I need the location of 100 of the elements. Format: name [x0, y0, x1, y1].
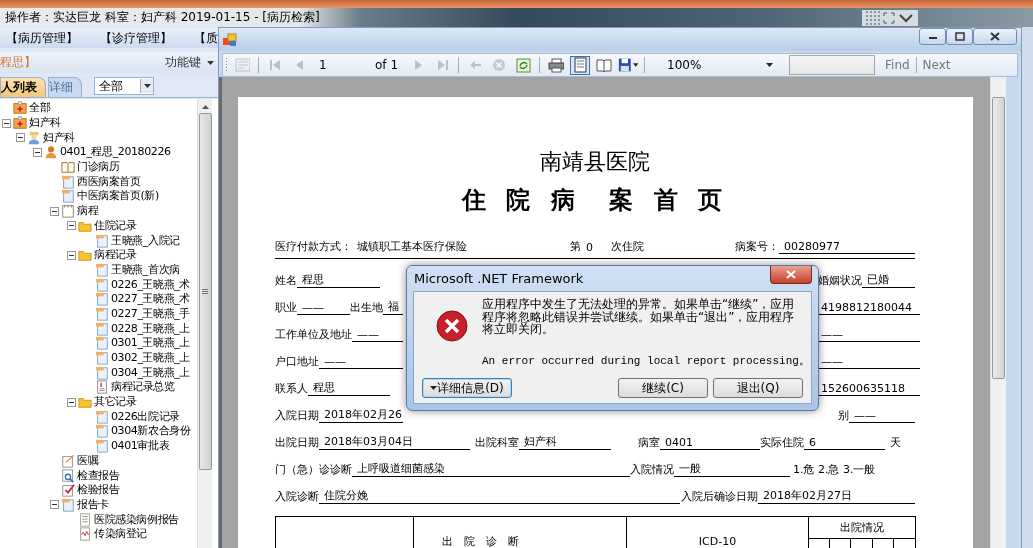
tree-item[interactable]: 0227_王晓燕_手 [111, 306, 190, 321]
document-icon [95, 321, 109, 336]
refresh-icon[interactable] [515, 57, 531, 73]
tree-item[interactable]: 0304_王晓燕_上 [111, 365, 190, 380]
collapse-icon[interactable] [50, 500, 59, 510]
caret-icon [143, 84, 151, 88]
close-icon [786, 270, 796, 279]
book-icon [61, 160, 75, 175]
printer-icon[interactable] [548, 57, 564, 73]
filter-combo[interactable]: 全部 [94, 77, 154, 95]
calendar-icon [61, 204, 75, 219]
caret-icon [207, 60, 214, 65]
collapse-icon[interactable] [67, 221, 76, 231]
tree-item[interactable]: 病程 [77, 204, 99, 219]
tree-item[interactable]: 0304新农合身份 [111, 424, 191, 439]
tree-item[interactable]: 王晓燕_入院记 [111, 233, 180, 248]
field-value: 0401 [660, 435, 760, 450]
details-button[interactable]: 详细信息(D) [422, 378, 512, 398]
field-label: 婚姻状况 [818, 272, 862, 288]
tree-item[interactable]: 医院感染病例报告 [94, 512, 179, 527]
collapse-icon[interactable] [67, 250, 76, 260]
up-arrow-icon[interactable] [201, 105, 209, 109]
field-value: —— [849, 408, 915, 423]
tree-item[interactable]: 传染病登记 [94, 527, 147, 542]
tree-item[interactable]: 全部 [29, 101, 51, 116]
field-label: 入院情况 [630, 461, 674, 477]
tree-item[interactable]: 0401_程思_20180226 [60, 145, 171, 160]
field-label: 次住院 [611, 239, 644, 254]
person-icon [44, 145, 58, 160]
field-label: 天 [890, 434, 901, 450]
document-icon [95, 439, 109, 454]
field-value: 6 [804, 435, 885, 450]
field-label: 入院后确诊日期 [681, 488, 758, 504]
collapse-icon[interactable] [67, 397, 76, 407]
field-value: 一般 [674, 460, 790, 477]
tree-item[interactable]: 0301_王晓燕_上 [111, 336, 190, 351]
tree-item[interactable]: 妇产科 [29, 116, 61, 131]
open-book-icon[interactable] [596, 57, 612, 73]
field-value: 城镇职工基本医疗保险 [356, 239, 468, 254]
collapse-icon[interactable] [16, 133, 25, 143]
vertical-scrollbar[interactable] [197, 99, 212, 548]
field-value: 程思 [308, 379, 390, 396]
dialog-button[interactable]: 继续(C) [618, 378, 708, 398]
maximize-button[interactable] [946, 28, 973, 45]
grip-icon [225, 57, 228, 73]
document-icon [61, 497, 75, 512]
tree-item[interactable]: 病程记录 [94, 248, 137, 263]
menu-item[interactable]: 【病历管理】 [6, 29, 78, 47]
find-field[interactable] [789, 55, 875, 75]
tree-item[interactable]: 中医病案首页(新) [77, 189, 159, 204]
field-label: 出院日期 [275, 434, 319, 450]
tree-item[interactable]: 门诊病历 [77, 160, 120, 175]
tree-item[interactable]: 其它记录 [94, 395, 137, 410]
menu-item[interactable]: 【诊疗管理】 [100, 29, 172, 47]
close-button[interactable] [770, 266, 812, 284]
tree-item[interactable]: 0227_王晓燕_术 [111, 292, 190, 307]
field-value: —— [297, 300, 350, 315]
field-label: 工作单位及地址 [275, 326, 352, 342]
doctor-icon [27, 130, 41, 145]
tree-item[interactable]: 妇产科 [43, 130, 75, 145]
tree-item[interactable]: 王晓燕_首次病 [111, 262, 180, 277]
vertical-scrollbar[interactable] [990, 77, 1006, 548]
page-count-label: of 1 [375, 58, 398, 72]
page-layout-icon[interactable] [572, 57, 588, 73]
app-icon [222, 32, 238, 47]
medical-kit-icon [13, 116, 27, 131]
document-icon [95, 233, 109, 248]
field-label: 联系人 [275, 380, 308, 396]
tree-item[interactable]: 病程记录总览 [111, 380, 175, 395]
field-value: 住院分娩 [319, 487, 680, 504]
tab[interactable]: 人列表 [0, 77, 46, 97]
tree-item[interactable]: 0228_王晓燕_上 [111, 321, 190, 336]
document-icon [78, 512, 92, 527]
close-button[interactable] [973, 28, 1017, 45]
collapse-icon[interactable] [2, 118, 11, 128]
tab[interactable]: 详细 [48, 77, 82, 97]
tree-item[interactable]: 0226出院记录 [111, 409, 180, 424]
tree-item[interactable]: 住院记录 [94, 218, 137, 233]
tree-item[interactable]: 检验报告 [77, 483, 120, 498]
page-number-field[interactable]: 1 [313, 57, 371, 73]
tree-item[interactable]: 医嘱 [77, 453, 99, 468]
field-value: 2018年02月26 [319, 406, 403, 423]
tree-item[interactable]: 西医病案首页 [77, 174, 141, 189]
collapse-icon[interactable] [50, 206, 59, 216]
tree-item[interactable]: 0401审批表 [111, 439, 170, 454]
collapse-icon[interactable] [33, 147, 42, 157]
dialog-button[interactable]: 退出(Q) [713, 378, 803, 398]
tree-item[interactable]: 0302_王晓燕_上 [111, 351, 190, 366]
tree-item[interactable]: 0226_王晓燕_术 [111, 277, 190, 292]
menu-item[interactable]: 【质 [194, 29, 218, 47]
field-label: 别 [838, 407, 849, 423]
tree-item[interactable]: 检查报告 [77, 468, 120, 483]
minimize-button[interactable] [919, 28, 946, 45]
field-label: 出院科室 [475, 434, 519, 450]
function-key-button[interactable]: 功能键 [165, 54, 214, 71]
field-label: 姓名 [275, 272, 297, 288]
field-value: 程思 [297, 271, 380, 288]
maximize-icon [952, 31, 967, 42]
tree-item[interactable]: 报告卡 [77, 497, 109, 512]
zoom-dropdown[interactable]: 100% [659, 56, 777, 74]
